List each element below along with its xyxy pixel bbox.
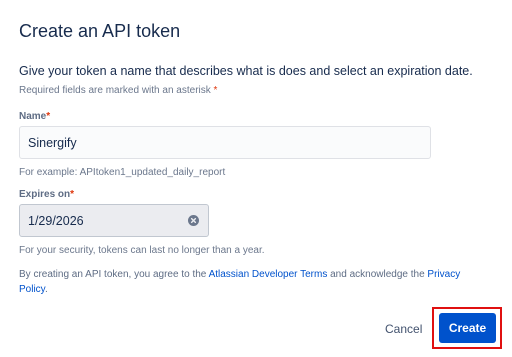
- cancel-button[interactable]: Cancel: [381, 318, 426, 340]
- clear-x-glyph: [190, 217, 197, 224]
- terms-suffix: .: [44, 284, 48, 295]
- dialog-description: Give your token a name that describes wh…: [19, 64, 473, 78]
- developer-terms-link[interactable]: Atlassian Developer Terms: [209, 269, 328, 280]
- name-label-text: Name: [19, 111, 47, 122]
- name-input[interactable]: [19, 126, 431, 159]
- create-button[interactable]: Create: [439, 313, 496, 343]
- name-hint: For example: APItoken1_updated_daily_rep…: [19, 167, 226, 178]
- dialog-title: Create an API token: [19, 21, 181, 41]
- expires-on-label: Expires on*: [19, 189, 74, 200]
- required-fields-note: Required fields are marked with an aster…: [19, 85, 217, 96]
- required-note-text: Required fields are marked with an aster…: [19, 85, 211, 96]
- expires-on-value: 1/29/2026: [28, 214, 84, 228]
- expires-on-date-picker[interactable]: 1/29/2026: [19, 204, 209, 237]
- expires-label-text: Expires on: [19, 189, 71, 200]
- name-required-asterisk: *: [46, 111, 51, 122]
- terms-notice: By creating an API token, you agree to t…: [19, 267, 489, 297]
- create-api-token-dialog: Create an API token Give your token a na…: [0, 0, 512, 357]
- required-asterisk: *: [213, 85, 218, 96]
- terms-prefix: By creating an API token, you agree to t…: [19, 269, 209, 280]
- clear-date-icon[interactable]: [188, 215, 199, 226]
- expires-required-asterisk: *: [70, 189, 75, 200]
- name-label: Name*: [19, 111, 50, 122]
- expires-hint: For your security, tokens can last no lo…: [19, 245, 265, 256]
- terms-middle: and acknowledge the: [327, 269, 428, 280]
